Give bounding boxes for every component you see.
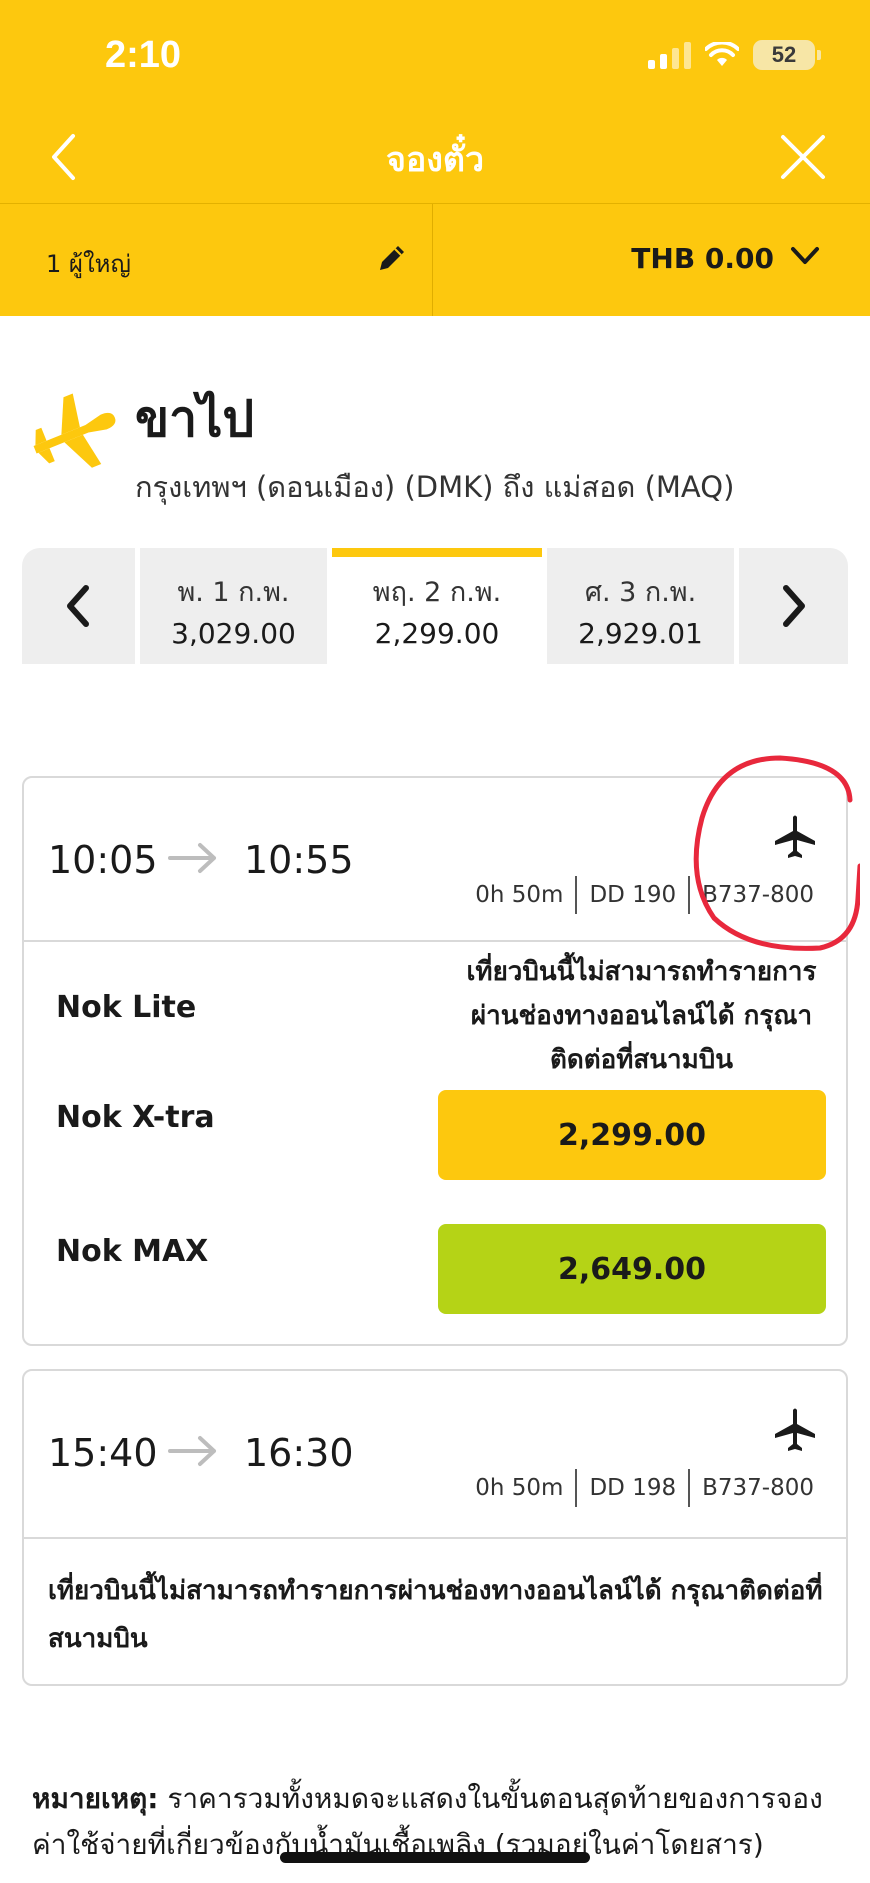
passenger-selector[interactable]: 1 ผู้ใหญ่ [0,204,433,316]
currency-selector[interactable]: THB 0.00 [434,204,870,316]
chevron-left-icon [67,585,90,627]
flight-duration: 0h 50m [475,1475,564,1501]
pencil-icon [380,246,404,270]
fare-name: Nok Lite [56,990,197,1025]
date-price: 2,929.01 [578,617,703,650]
fare-row: Nok Lite เที่ยวบินนี้ไม่สามารถทำรายการผ่… [24,942,846,1076]
chevron-down-icon [791,247,819,264]
date-price: 2,299.00 [374,617,500,650]
previous-date-button[interactable] [22,548,135,664]
flight-summary[interactable]: 15:40 16:30 0h 50m DD 198 B737-800 [24,1371,846,1539]
status-icons: 52 [648,40,821,70]
date-price: 3,029.00 [171,617,296,650]
departure-time: 10:05 [48,838,158,882]
date-label: พฤ. 2 ก.พ. [372,577,502,608]
next-date-button[interactable] [739,548,848,664]
home-indicator [280,1852,590,1863]
fare-row: Nok X-tra 2,299.00 [24,1076,846,1210]
passenger-count: 1 ผู้ใหญ่ [46,250,131,278]
route-direction: ขาไป [135,390,255,448]
flight-number: DD 190 [589,882,677,908]
status-bar: 2:10 52 [0,0,870,110]
route-description: กรุงเทพฯ (ดอนเมือง) (DMK) ถึง แม่สอด (MA… [135,470,735,504]
booking-summary-bar: 1 ผู้ใหญ่ THB 0.00 [0,204,870,316]
fare-select-button[interactable]: 2,649.00 [438,1224,826,1314]
edit-passengers-button[interactable] [372,238,412,278]
status-time: 2:10 [105,34,182,76]
fare-unavailable-message: เที่ยวบินนี้ไม่สามารถทำรายการผ่านช่องทาง… [466,957,817,1075]
fare-select-button[interactable]: 2,299.00 [438,1090,826,1180]
close-button[interactable] [774,128,832,186]
date-option-selected[interactable]: พฤ. 2 ก.พ. 2,299.00 [332,548,542,664]
flight-unavailable-message: เที่ยวบินนี้ไม่สามารถทำรายการผ่านช่องทาง… [48,1576,823,1654]
aircraft-type: B737-800 [702,1475,814,1501]
date-label: ศ. 3 ก.พ. [584,577,697,608]
date-option-1[interactable]: พ. 1 ก.พ. 3,029.00 [139,548,328,664]
note-label: หมายเหตุ: [32,1782,159,1815]
signal-icon [648,41,691,69]
date-selector: พ. 1 ก.พ. 3,029.00 พฤ. 2 ก.พ. 2,299.00 ศ… [22,548,848,664]
nav-bar: จองตั๋ว [0,110,870,204]
page-title: จองตั๋ว [385,140,485,180]
total-price: THB 0.00 [631,242,774,275]
date-option-3[interactable]: ศ. 3 ก.พ. 2,929.01 [546,548,735,664]
arrival-time: 16:30 [244,1431,354,1475]
fare-name: Nok X-tra [56,1100,215,1135]
airplane-icon[interactable] [772,1407,818,1453]
flight-duration: 0h 50m [475,882,564,908]
annotation-circle [693,755,860,951]
flight-details: 0h 50m DD 198 B737-800 [463,1469,826,1507]
flight-card: 15:40 16:30 0h 50m DD 198 B737-800 เที่ย… [22,1369,848,1686]
chevron-right-icon [782,585,805,627]
departure-time: 15:40 [48,1431,158,1475]
flight-number: DD 198 [589,1475,677,1501]
close-icon [781,135,825,179]
fare-row: Nok MAX 2,649.00 [24,1210,846,1344]
arrow-right-icon [168,1436,216,1466]
airplane-icon [33,393,116,468]
fare-name: Nok MAX [56,1234,209,1269]
arrival-time: 10:55 [244,838,354,882]
wifi-icon [705,42,739,66]
arrow-right-icon [168,843,216,873]
date-label: พ. 1 ก.พ. [177,577,290,608]
battery-icon: 52 [753,40,821,70]
